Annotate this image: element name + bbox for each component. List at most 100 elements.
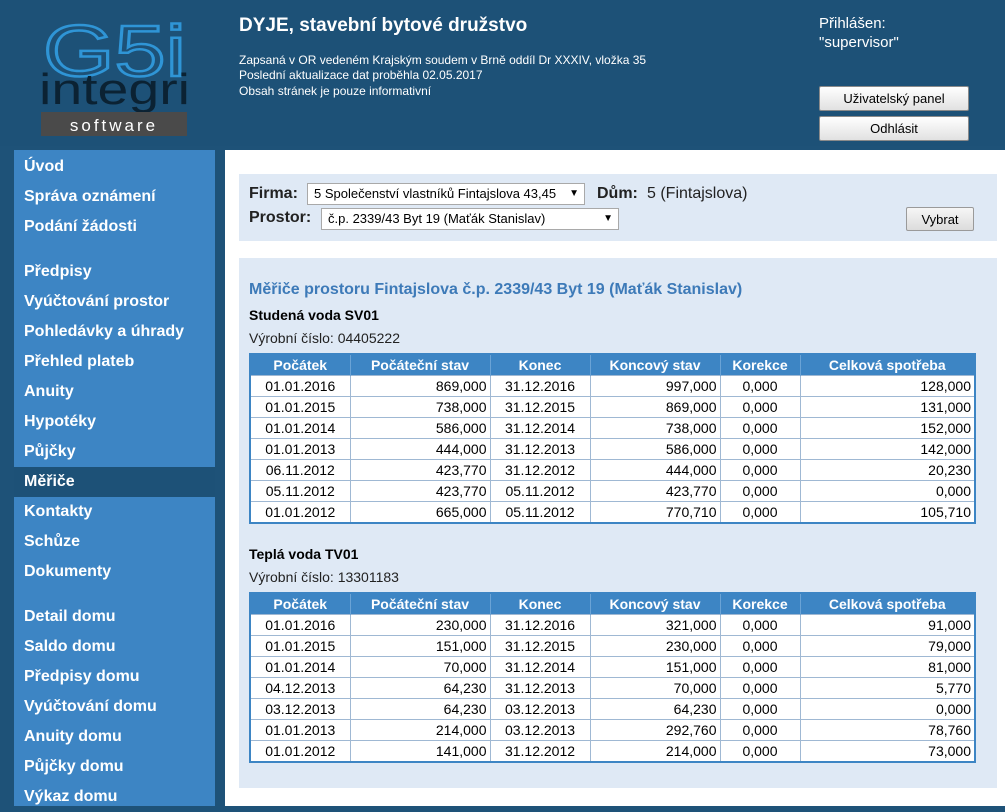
table-cell: 79,000 [799,635,976,657]
disclaimer-info: Obsah stránek je pouze informativní [239,84,432,98]
main-content: Firma: 5 Společenství vlastníků Fintajsl… [225,150,1005,806]
column-header: Počáteční stav [350,593,491,615]
table-row: 01.01.2012 665,000 05.11.2012 770,710 0,000 1… [249,501,976,524]
meter-readings-table: Počátek Počáteční stav Konec Koncový stav Ko… [249,353,976,524]
sidebar-item[interactable]: Saldo domu [14,632,215,662]
table-cell: 869,000 [349,375,491,397]
table-cell: 31.12.2016 [489,375,591,397]
firm-label: Firma: [249,185,298,202]
table-cell: 31.12.2013 [489,438,591,460]
table-cell: 423,770 [349,459,491,481]
table-cell: 31.12.2014 [489,656,591,678]
table-row: 01.01.2014 70,000 31.12.2014 151,000 0,000 81… [249,656,976,678]
sidebar-item[interactable]: Schůze [14,527,215,557]
sidebar-item[interactable]: Přehled plateb [14,347,215,377]
sidebar-item[interactable]: Vyúčtování prostor [14,287,215,317]
meter-readings-table: Počátek Počáteční stav Konec Koncový stav Ko… [249,592,976,763]
meter-name: Teplá voda TV01 [249,546,359,562]
select-button[interactable]: Vybrat [906,207,974,231]
house-value: 5 (Fintajslova) [647,185,748,202]
meter-serial: Výrobní číslo: 04405222 [249,330,400,346]
table-cell: 64,230 [349,698,491,720]
table-cell: 230,000 [349,614,491,636]
sidebar-item[interactable]: Dokumenty [14,557,215,587]
sidebar-item[interactable]: Výkaz domu [14,782,215,812]
registration-info: Zapsaná v OR vedeném Krajským soudem v B… [239,53,647,67]
sidebar-item[interactable]: Anuity [14,377,215,407]
table-cell: 31.12.2014 [489,417,591,439]
table-row: 03.12.2013 64,230 03.12.2013 64,230 0,000 0,0… [249,698,976,720]
table-cell: 151,000 [589,656,721,678]
user-panel-button[interactable]: Uživatelský panel [819,86,969,111]
table-cell: 0,000 [719,480,801,502]
firm-select-value: 5 Společenství vlastníků Fintajslova 43,… [314,186,557,201]
table-cell: 03.12.2013 [249,698,351,720]
table-cell: 05.11.2012 [489,480,591,502]
table-cell: 0,000 [719,614,801,636]
table-cell: 0,000 [799,698,976,720]
sidebar-item[interactable]: Předpisy domu [14,662,215,692]
last-update-info: Poslední aktualizace dat proběhla 02.05.… [239,68,483,82]
table-row: 06.11.2012 423,770 31.12.2012 444,000 0,000 2… [249,459,976,481]
sidebar-item[interactable]: Půjčky domu [14,752,215,782]
column-header: Celková spotřeba [800,354,976,376]
logout-button[interactable]: Odhlásit [819,116,969,141]
sidebar-item[interactable]: Vyúčtování domu [14,692,215,722]
sidebar-item[interactable]: Správa oznámení [14,182,215,212]
table-cell: 31.12.2012 [489,740,591,763]
g5i-integri-logo: G5i integri software [39,14,190,136]
filter-panel: Firma: 5 Společenství vlastníků Fintajsl… [239,174,997,241]
table-cell: 05.11.2012 [249,480,351,502]
table-cell: 06.11.2012 [249,459,351,481]
column-header: Konec [490,354,591,376]
table-cell: 64,230 [589,698,721,720]
table-cell: 152,000 [799,417,976,439]
table-cell: 997,000 [589,375,721,397]
column-header: Konec [490,593,591,615]
table-cell: 292,760 [589,719,721,741]
table-cell: 444,000 [589,459,721,481]
table-cell: 151,000 [349,635,491,657]
sidebar-item[interactable]: Detail domu [14,602,215,632]
sidebar-item[interactable]: Půjčky [14,437,215,467]
table-cell: 0,000 [719,698,801,720]
table-cell: 128,000 [799,375,976,397]
table-row: 05.11.2012 423,770 05.11.2012 423,770 0,000 0… [249,480,976,502]
table-cell: 770,710 [589,501,721,524]
sidebar-item[interactable]: Podání žádosti [14,212,215,242]
logo-sub-text: integri [39,65,190,114]
sidebar-item[interactable]: Předpisy [14,257,215,287]
sidebar-item[interactable]: Pohledávky a úhrady [14,317,215,347]
sidebar-item[interactable]: Měřiče [14,467,215,497]
meter-serial: Výrobní číslo: 13301183 [249,569,399,585]
table-row: 01.01.2015 151,000 31.12.2015 230,000 0,000 7… [249,635,976,657]
sidebar-item[interactable]: Anuity domu [14,722,215,752]
space-select[interactable]: č.p. 2339/43 Byt 19 (Maťák Stanislav) ▼ [321,208,619,230]
table-cell: 01.01.2012 [249,740,351,763]
table-cell: 5,770 [799,677,976,699]
table-cell: 70,000 [589,677,721,699]
sidebar-item[interactable]: Hypotéky [14,407,215,437]
table-row: 01.01.2012 141,000 31.12.2012 214,000 0,000 7… [249,740,976,763]
table-cell: 869,000 [589,396,721,418]
table-cell: 01.01.2015 [249,396,351,418]
table-cell: 0,000 [719,501,801,524]
sidebar-item[interactable]: Kontakty [14,497,215,527]
table-cell: 423,770 [589,480,721,502]
organization-title: DYJE, stavební bytové družstvo [239,15,528,36]
table-cell: 81,000 [799,656,976,678]
table-cell: 31.12.2013 [489,677,591,699]
table-cell: 0,000 [719,635,801,657]
table-cell: 78,760 [799,719,976,741]
table-cell: 0,000 [719,677,801,699]
sidebar-nav: Úvod Správa oznámení Podání žádosti Předpis… [14,150,215,806]
table-cell: 0,000 [719,396,801,418]
table-cell: 01.01.2016 [249,614,351,636]
table-cell: 0,000 [719,740,801,763]
firm-select[interactable]: 5 Společenství vlastníků Fintajslova 43,… [307,183,585,205]
table-row: 01.01.2015 738,000 31.12.2015 869,000 0,000 1… [249,396,976,418]
column-header: Korekce [720,354,801,376]
table-cell: 01.01.2013 [249,438,351,460]
column-header: Počáteční stav [350,354,491,376]
sidebar-item[interactable]: Úvod [14,152,215,182]
